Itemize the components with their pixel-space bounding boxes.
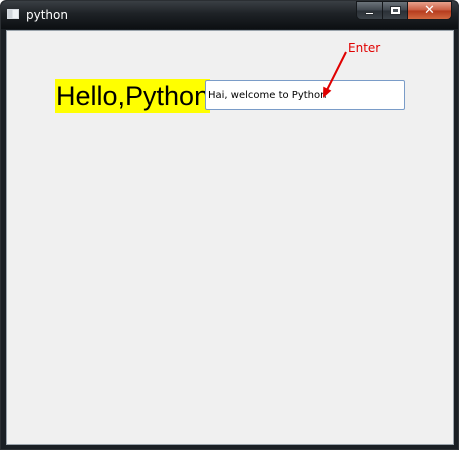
close-button[interactable]: ✕ (408, 1, 452, 20)
window-title: python (26, 8, 68, 22)
hello-label: Hello,Python (55, 79, 211, 113)
maximize-icon (390, 6, 401, 15)
minimize-icon (365, 12, 374, 15)
title-bar[interactable]: python ✕ (1, 1, 458, 29)
maximize-button[interactable] (382, 1, 408, 20)
minimize-button[interactable] (356, 1, 382, 20)
app-window-icon[interactable] (7, 9, 19, 19)
close-icon: ✕ (424, 3, 435, 18)
app-window: python ✕ Hello,Python (0, 0, 459, 450)
window-content: Hello,Python (6, 30, 454, 445)
text-entry[interactable] (205, 80, 405, 110)
caption-buttons: ✕ (356, 1, 452, 20)
